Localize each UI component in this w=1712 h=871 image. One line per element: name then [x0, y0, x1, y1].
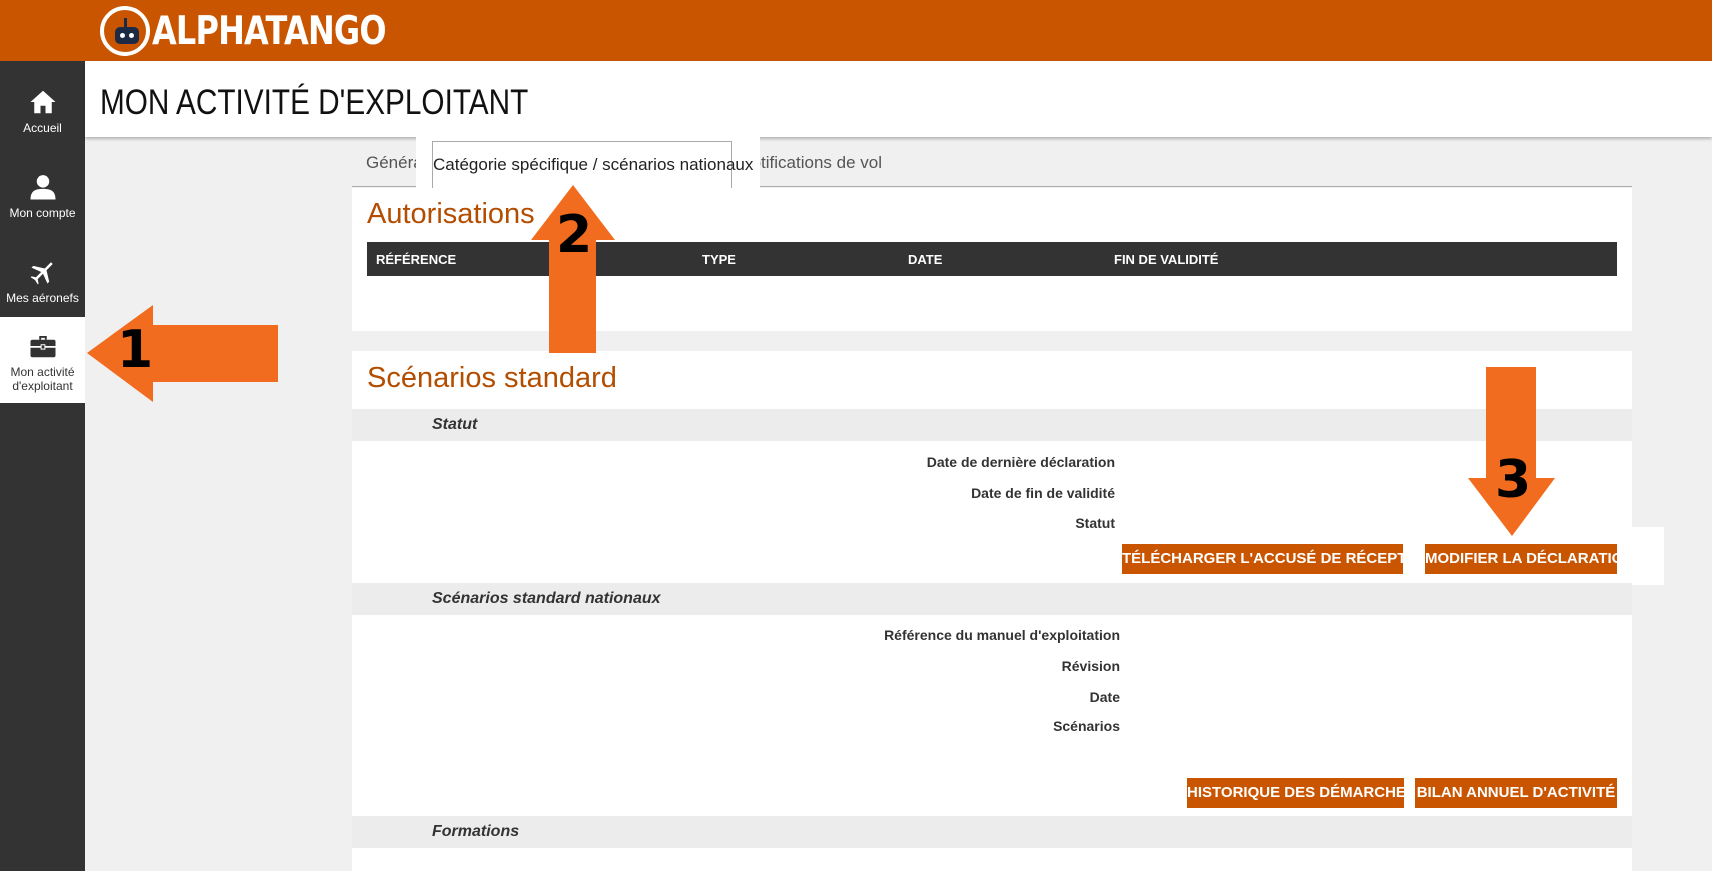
scenarios-standard-title: Scénarios standard [367, 362, 617, 394]
statut-heading: Statut [432, 416, 478, 433]
annotation-label-1: 1 [117, 320, 154, 380]
alphatango-logo[interactable]: ALPHATANGO [100, 4, 437, 58]
tab-categorie-specifique[interactable]: Catégorie spécifique / scénarios nationa… [432, 141, 753, 189]
tab-general[interactable]: Général [366, 140, 418, 187]
field-label: Référence du manuel d'exploitation [884, 627, 1120, 643]
sidebar-item-label: Accueil [23, 121, 62, 135]
sidebar-item-mon-activite[interactable]: Mon activité d'exploitant [0, 317, 85, 403]
telecharger-accuse-button[interactable]: TÉLÉCHARGER L'ACCUSÉ DE RÉCEPTION [1122, 544, 1433, 574]
user-icon [30, 175, 55, 200]
tab-label: Notifications de vol [742, 153, 882, 172]
briefcase-icon [30, 336, 55, 358]
page-title: MON ACTIVITÉ D'EXPLOITANT [100, 83, 529, 122]
historique-demarches-button[interactable]: HISTORIQUE DES DÉMARCHES [1187, 778, 1416, 808]
column-header[interactable]: DATE [908, 252, 942, 267]
nationaux-band: Scénarios standard nationaux [352, 583, 1632, 615]
field-label: Date de fin de validité [971, 485, 1115, 501]
sidebar: Accueil Mon compte Mes aéronefs Mon acti… [0, 61, 85, 871]
annotation-label-2: 2 [556, 205, 593, 265]
sidebar-item-label: Mes aéronefs [6, 291, 79, 305]
field-label: Statut [1075, 515, 1115, 531]
column-header[interactable]: FIN DE VALIDITÉ [1114, 252, 1218, 267]
sidebar-item-mon-compte[interactable]: Mon compte [0, 158, 85, 243]
field-label: Date [1089, 689, 1120, 705]
home-icon [30, 90, 55, 114]
bilan-annuel-button[interactable]: BILAN ANNUEL D'ACTIVITÉ [1415, 778, 1617, 808]
sidebar-item-label: Mon activité d'exploitant [10, 365, 75, 393]
column-header[interactable]: RÉFÉRENCE [376, 252, 456, 267]
sidebar-item-mes-aeronefs[interactable]: Mes aéronefs [0, 243, 85, 328]
autorisations-title: Autorisations [367, 198, 535, 230]
nationaux-heading: Scénarios standard nationaux [432, 590, 661, 607]
annotation-arrow-left [87, 305, 278, 402]
logo-text: ALPHATANGO [152, 8, 387, 54]
column-header[interactable]: TYPE [702, 252, 736, 267]
statut-band: Statut [352, 409, 1632, 441]
sidebar-item-label: Mon compte [9, 206, 76, 220]
tab-notifications-de-vol[interactable]: Notifications de vol [742, 140, 882, 187]
scenarios-standard-panel: Scénarios standard Statut Date de derniè… [352, 351, 1664, 871]
airplane-icon [30, 262, 53, 285]
annotation-label-3: 3 [1495, 450, 1532, 510]
sidebar-item-accueil[interactable]: Accueil [0, 73, 85, 158]
modifier-declaration-button[interactable]: MODIFIER LA DÉCLARATION [1425, 544, 1634, 574]
formations-heading: Formations [432, 823, 520, 840]
field-label: Scénarios [1053, 718, 1120, 734]
formations-band: Formations [352, 816, 1632, 848]
field-label: Révision [1061, 658, 1120, 674]
page-header: MON ACTIVITÉ D'EXPLOITANT [85, 61, 1712, 137]
field-label: Date de dernière déclaration [926, 454, 1115, 470]
logo-drone-icon [100, 6, 150, 56]
autorisations-panel: Autorisations RÉFÉRENCE TYPE DATE FIN DE… [352, 188, 1632, 331]
autorisations-table-header: RÉFÉRENCE TYPE DATE FIN DE VALIDITÉ [367, 242, 1617, 276]
top-bar: ALPHATANGO [0, 0, 1712, 61]
